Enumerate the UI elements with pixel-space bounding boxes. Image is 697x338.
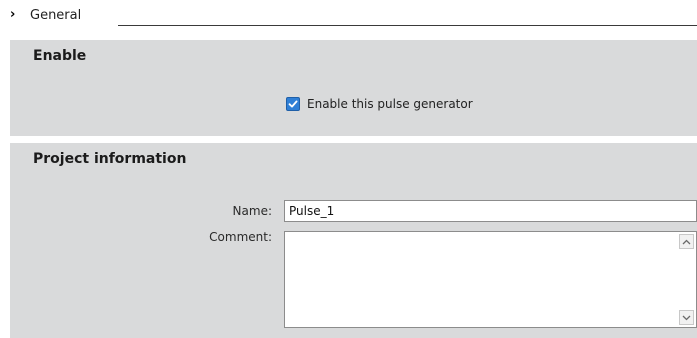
scroll-down-button[interactable] bbox=[679, 310, 694, 325]
project-section-title: Project information bbox=[33, 151, 187, 167]
checkmark-icon bbox=[288, 100, 298, 108]
project-information-section: Project information Name: Pulse_1 Commen… bbox=[10, 143, 697, 338]
chevron-right-icon[interactable]: › bbox=[10, 8, 15, 21]
properties-panel: › General Enable Enable this pulse gener… bbox=[0, 0, 697, 338]
enable-checkbox-row[interactable]: Enable this pulse generator bbox=[286, 95, 473, 113]
enable-section-title: Enable bbox=[33, 48, 87, 64]
comment-scrollbar[interactable] bbox=[677, 232, 696, 327]
name-input[interactable]: Pulse_1 bbox=[284, 200, 697, 222]
enable-checkbox[interactable] bbox=[286, 97, 300, 111]
comment-textarea[interactable] bbox=[284, 231, 697, 328]
header-divider bbox=[118, 25, 697, 26]
name-label: Name: bbox=[232, 204, 272, 218]
enable-section: Enable Enable this pulse generator bbox=[10, 40, 697, 136]
chevron-down-icon bbox=[682, 315, 691, 320]
chevron-up-icon bbox=[682, 239, 691, 244]
general-header[interactable]: › General bbox=[0, 0, 697, 30]
header-title: General bbox=[30, 8, 82, 23]
comment-label: Comment: bbox=[209, 230, 272, 244]
scroll-up-button[interactable] bbox=[679, 234, 694, 249]
enable-checkbox-label[interactable]: Enable this pulse generator bbox=[307, 97, 473, 111]
